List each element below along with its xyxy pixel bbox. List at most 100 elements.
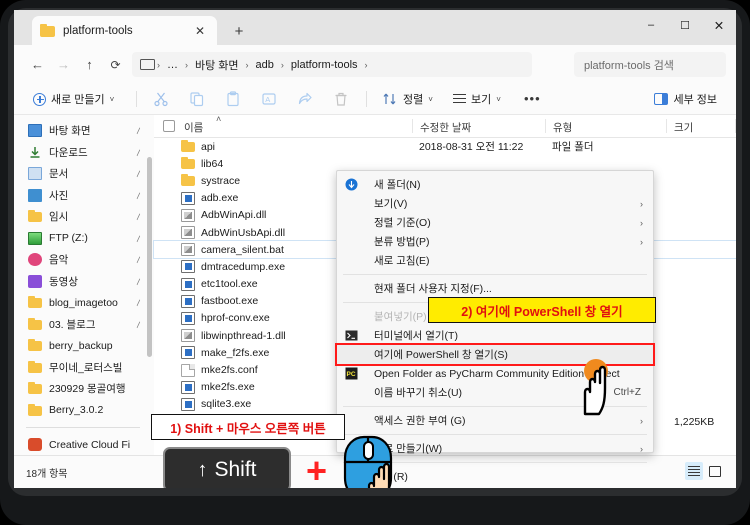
cut-icon (154, 92, 168, 107)
sidebar-item-berry-backup[interactable]: berry_backup (14, 335, 154, 357)
sidebar-item-downloads[interactable]: 다운로드 \ (14, 142, 154, 164)
breadcrumb-item-platform-tools[interactable]: platform-tools (286, 57, 363, 73)
sidebar-item-label: berry_backup (49, 339, 113, 352)
large-icons-view-button[interactable] (706, 462, 724, 480)
details-view-button[interactable] (685, 462, 703, 480)
pictures-icon (28, 188, 42, 202)
new-button[interactable]: 새로 만들기 ˅ (28, 87, 119, 111)
file-size: 1,225KB (674, 415, 715, 428)
exe-icon (181, 260, 195, 274)
sidebar-item-berry-302[interactable]: Berry_3.0.2 (14, 400, 154, 422)
sidebar-item-blog-imagetool[interactable]: blog_imagetoo \ (14, 292, 154, 314)
select-all-checkbox[interactable] (163, 120, 175, 132)
rename-button[interactable]: A (256, 87, 282, 111)
folder-icon (28, 382, 42, 395)
search-input[interactable]: platform-tools 검색 (574, 52, 726, 77)
menu-item-new-folder[interactable]: 새 폴더(N) (337, 175, 653, 194)
menu-item-sort-by[interactable]: 정렬 기준(O) › (337, 213, 653, 232)
file-name: fastboot.exe (201, 295, 259, 308)
menu-item-label: 보기(V) (374, 198, 408, 210)
file-name: AdbWinUsbApi.dll (201, 226, 286, 239)
menu-item-open-in-terminal[interactable]: 터미널에서 열기(T) (337, 326, 653, 345)
sidebar-item-documents[interactable]: 문서 \ (14, 163, 154, 185)
table-row[interactable]: api 2018-08-31 오전 11:22 파일 폴더 (154, 138, 736, 155)
column-headers: 이름 ˄ 수정한 날짜 유형 크기 (154, 114, 736, 138)
delete-button[interactable] (328, 87, 354, 111)
folder-icon (28, 360, 42, 374)
close-window-button[interactable]: ✕ (702, 10, 736, 40)
sidebar-item-desktop[interactable]: 바탕 화면 \ (14, 120, 154, 142)
navigation-pane[interactable]: 바탕 화면 \ 다운로드 \ 문서 \ 사진 \ 임시 \ FTP (Z:) \… (14, 115, 154, 455)
breadcrumb-item-desktop[interactable]: 바탕 화면 (190, 55, 244, 75)
maximize-button[interactable]: ☐ (668, 10, 702, 40)
column-header-size[interactable]: 크기 (674, 120, 693, 135)
item-count: 18개 항목 (26, 469, 68, 480)
breadcrumb[interactable]: › … › 바탕 화면 › adb › platform-tools › (132, 52, 532, 77)
sidebar-item-label: 문서 (49, 168, 69, 181)
sidebar-item-muine-lotus[interactable]: 무이네_로터스빌 (14, 357, 154, 379)
sidebar-item-03-blog[interactable]: 03. 블로그 \ (14, 314, 154, 336)
explorer-window: platform-tools ✕ + – ☐ ✕ ← → ↑ ⟳ › … › 바… (14, 10, 736, 488)
mouse-right-click-icon (343, 435, 393, 488)
exe-icon (181, 311, 195, 325)
breadcrumb-item-adb[interactable]: adb (251, 57, 279, 73)
sidebar-item-ftp[interactable]: FTP (Z:) \ (14, 228, 154, 250)
documents-icon (28, 167, 42, 181)
copy-button[interactable] (184, 87, 210, 111)
menu-item-view[interactable]: 보기(V) › (337, 194, 653, 213)
exe-icon (181, 346, 195, 360)
up-button[interactable]: ↑ (78, 53, 101, 76)
details-pane-button[interactable]: 세부 정보 (649, 87, 722, 111)
pin-icon: \ (134, 212, 143, 222)
pin-icon: \ (134, 147, 143, 158)
column-header-name[interactable]: 이름 (184, 120, 203, 135)
sidebar-item-pictures[interactable]: 사진 \ (14, 185, 154, 207)
sidebar-item-temp[interactable]: 임시 \ (14, 206, 154, 228)
view-button[interactable]: 보기 ˅ (448, 87, 506, 111)
column-divider[interactable] (545, 119, 546, 133)
column-header-type[interactable]: 유형 (553, 120, 572, 135)
sidebar-scrollbar-thumb[interactable] (147, 157, 152, 357)
tab-platform-tools[interactable]: platform-tools ✕ (32, 16, 217, 45)
close-icon[interactable]: ✕ (191, 25, 209, 37)
share-button[interactable] (292, 87, 318, 111)
breadcrumb-overflow[interactable]: … (162, 57, 183, 73)
plus-icon (33, 92, 46, 106)
exe-icon (181, 397, 195, 411)
column-divider[interactable] (735, 119, 736, 133)
menu-item-customize-folder[interactable]: 현재 폴더 사용자 지정(F)... (337, 279, 653, 298)
back-button[interactable]: ← (26, 53, 49, 76)
pin-icon: \ (134, 169, 143, 179)
sort-button[interactable]: 정렬 ˅ (377, 87, 438, 111)
file-icon (181, 363, 195, 377)
column-divider[interactable] (666, 119, 667, 133)
column-header-date[interactable]: 수정한 날짜 (420, 120, 471, 135)
sidebar-item-label: 동영상 (49, 275, 78, 288)
more-options-button[interactable]: ••• (519, 87, 546, 111)
hand-cursor-icon (583, 365, 607, 416)
breadcrumb-separator: › (157, 59, 160, 70)
exe-icon (181, 294, 195, 308)
device-bezel: platform-tools ✕ + – ☐ ✕ ← → ↑ ⟳ › … › 바… (0, 0, 750, 525)
svg-text:A: A (265, 95, 270, 104)
paste-button[interactable] (220, 87, 246, 111)
cut-button[interactable] (148, 87, 174, 111)
share-icon (298, 92, 312, 105)
menu-item-refresh[interactable]: 새로 고침(E) (337, 251, 653, 270)
column-divider[interactable] (412, 119, 413, 133)
sidebar-item-videos[interactable]: 동영상 \ (14, 271, 154, 293)
minimize-button[interactable]: – (634, 10, 668, 40)
sidebar-item-label: 임시 (49, 211, 69, 224)
new-tab-button[interactable]: + (228, 21, 250, 41)
paste-icon (227, 91, 239, 107)
sidebar-item-230929-mongolia[interactable]: 230929 몽골여행 (14, 378, 154, 400)
menu-item-label: 분류 방법(P) (374, 236, 430, 248)
sidebar-item-creative-cloud[interactable]: Creative Cloud Fi (14, 434, 154, 455)
forward-button[interactable]: → (52, 53, 75, 76)
sidebar-item-music[interactable]: 음악 \ (14, 249, 154, 271)
svg-text:PC: PC (347, 371, 356, 378)
more-icon: ••• (524, 91, 541, 106)
pin-icon: \ (134, 233, 143, 244)
refresh-button[interactable]: ⟳ (104, 53, 127, 76)
menu-item-group-by[interactable]: 분류 방법(P) › (337, 232, 653, 251)
